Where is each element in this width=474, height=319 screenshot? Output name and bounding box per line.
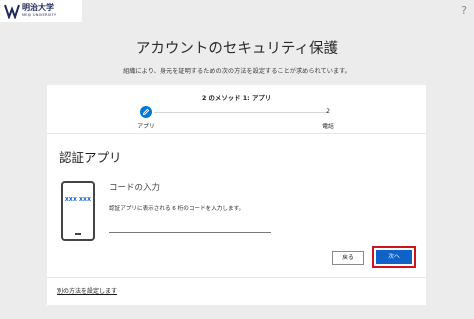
code-instruction: 認証アプリに表示される 6 桁のコードを入力します。	[109, 206, 245, 212]
page-subtitle: 組織により、身元を証明するための次の方法を設定することが求められています。	[123, 68, 351, 75]
divider	[47, 133, 426, 134]
logo-subtitle: MEIJI UNIVERSITY	[22, 13, 57, 17]
step-2-number: 2	[326, 108, 330, 115]
step-1-indicator	[140, 106, 152, 118]
step-1-label: アプリ	[137, 124, 155, 130]
other-method-link[interactable]: 別の方法を設定します	[57, 286, 117, 295]
logo-title: 明治大学	[22, 3, 54, 12]
step-2-label: 電話	[322, 124, 334, 130]
phone-home-bar	[75, 233, 81, 235]
top-bar: 明治大学 MEIJI UNIVERSITY ?	[0, 0, 474, 22]
phone-icon: XXX XXX	[61, 181, 95, 241]
method-title: 認証アプリ	[59, 150, 122, 165]
progress-heading: 2 のメソッド 1: アプリ	[201, 94, 272, 102]
page-title: アカウントのセキュリティ保護	[135, 41, 339, 57]
back-button[interactable]: 戻る	[332, 251, 364, 265]
footer-divider	[47, 277, 426, 278]
phone-code-text: XXX XXX	[64, 197, 92, 203]
university-logo: 明治大学 MEIJI UNIVERSITY	[0, 0, 82, 22]
setup-card: 2 のメソッド 1: アプリ アプリ 2 電話 認証アプリ XXX XXX コー…	[47, 85, 426, 305]
logo-mark-icon	[4, 4, 20, 19]
code-input[interactable]	[109, 218, 271, 233]
code-entry-title: コードの入力	[109, 183, 161, 193]
pencil-icon	[142, 108, 150, 116]
next-button[interactable]: 次へ	[376, 250, 412, 264]
question-mark-icon[interactable]: ?	[461, 4, 467, 17]
step-connector	[154, 112, 327, 113]
